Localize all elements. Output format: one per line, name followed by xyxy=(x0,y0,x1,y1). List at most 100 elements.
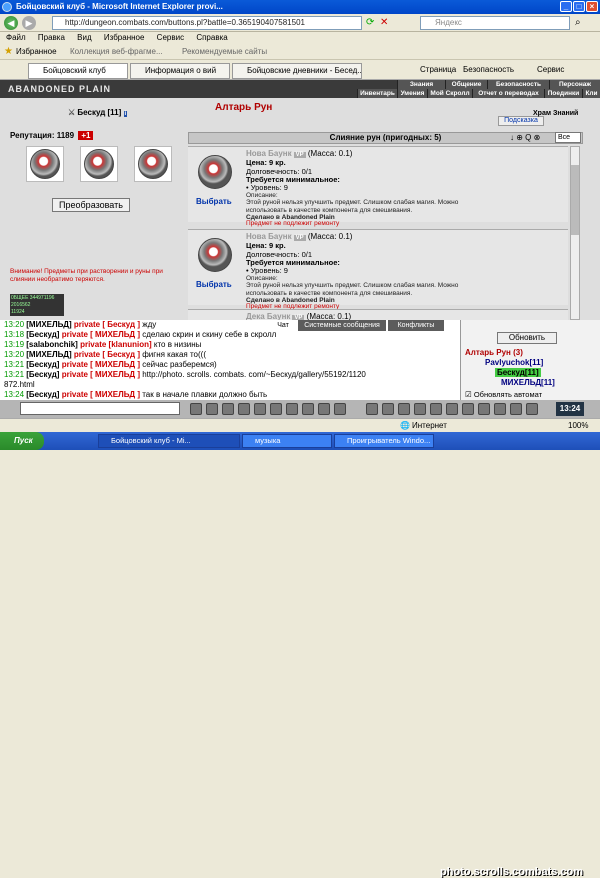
help-icon[interactable] xyxy=(334,403,346,415)
user-item[interactable]: МИХЕЛЬД[11] xyxy=(501,378,555,387)
nav-knowledge[interactable]: Знания xyxy=(397,80,445,89)
nav-scroll[interactable]: Мой Скролл xyxy=(427,89,472,98)
user-name[interactable]: МИХЕЛЬД[11] xyxy=(501,378,555,387)
window-titlebar: Бойцовский клуб - Microsoft Internet Exp… xyxy=(0,0,600,14)
scroll-icon[interactable] xyxy=(302,403,314,415)
menu-bar: Файл Правка Вид Избранное Сервис Справка xyxy=(0,32,600,44)
sound-icon[interactable] xyxy=(318,403,330,415)
send-icon[interactable] xyxy=(190,403,202,415)
refresh-button[interactable]: Обновить xyxy=(497,332,557,344)
minimize-button[interactable]: _ xyxy=(560,1,572,12)
zoom-level[interactable]: 100% xyxy=(568,419,588,432)
search-input[interactable]: Яндекс xyxy=(420,16,570,30)
nav-inventory[interactable]: Инвентарь xyxy=(357,89,397,98)
clear-icon[interactable] xyxy=(206,403,218,415)
maximize-button[interactable]: □ xyxy=(573,1,585,12)
smiles-icon[interactable] xyxy=(222,403,234,415)
recommended-link[interactable]: Рекомендуемые сайты xyxy=(182,44,267,60)
task-player[interactable]: Проигрыватель Windo... xyxy=(334,434,434,448)
filter-select[interactable]: Все xyxy=(555,132,581,143)
menu-help[interactable]: Справка xyxy=(196,33,227,42)
service-menu[interactable]: Сервис xyxy=(537,65,564,74)
slot-icon[interactable] xyxy=(526,403,538,415)
forward-icon[interactable]: ▶ xyxy=(22,16,36,30)
user-name[interactable]: Бескуд[11] xyxy=(497,368,539,377)
page-menu[interactable]: Страница xyxy=(420,65,456,74)
items-scrollbar[interactable] xyxy=(570,146,580,320)
tab-info[interactable]: Информация о вий xyxy=(130,63,230,79)
autorefresh-label: Обновлять автомат xyxy=(473,390,543,399)
counter-line: 11924 xyxy=(11,309,25,315)
altar-panel: Алтарь Рун Подсказка Храм Знаний ⚔ Беску… xyxy=(0,98,600,320)
scroll-thumb[interactable] xyxy=(571,165,579,235)
silence-icon[interactable] xyxy=(270,403,282,415)
rune-slot-1[interactable] xyxy=(26,146,64,182)
select-button[interactable]: Выбрать xyxy=(196,197,232,206)
nav-duels[interactable]: Поединки xyxy=(544,89,582,98)
rune-slot-2[interactable] xyxy=(80,146,118,182)
slot-icon[interactable] xyxy=(510,403,522,415)
slot-icon[interactable] xyxy=(494,403,506,415)
slot-icon[interactable] xyxy=(446,403,458,415)
tab-system[interactable]: Системные сообщения xyxy=(298,320,386,331)
refresh-icon[interactable]: ⟳ xyxy=(366,17,374,28)
slot-icon[interactable] xyxy=(478,403,490,415)
align-icon: ⚔ xyxy=(68,108,76,117)
transform-button[interactable]: Преобразовать xyxy=(52,198,130,212)
item-desc: Этой руной нельзя улучшить предмет. Слиш… xyxy=(246,282,459,297)
slot-icon[interactable] xyxy=(398,403,410,415)
back-icon[interactable]: ◀ xyxy=(4,16,18,30)
menu-file[interactable]: Файл xyxy=(6,33,26,42)
tab-fightclub[interactable]: Бойцовский клуб xyxy=(28,63,128,79)
chat-line: 13:20 [МИХЕЛЬД] private [ Бескуд ] жду xyxy=(4,320,157,329)
nav-security[interactable]: Безопасность xyxy=(487,80,549,89)
slot-icon[interactable] xyxy=(382,403,394,415)
nav-clan[interactable]: Кли xyxy=(582,89,600,98)
filter-icons[interactable]: ↓ ⊕ Q ⊗ xyxy=(510,133,540,142)
rune-item: Дека Баунк VP (Масса: 0.1) xyxy=(188,309,568,320)
address-input[interactable]: http://dungeon.combats.com/buttons.pl?ba… xyxy=(52,16,362,30)
close-button[interactable]: × xyxy=(586,1,598,12)
translit-icon[interactable] xyxy=(286,403,298,415)
item-desc: Этой руной нельзя улучшить предмет. Слиш… xyxy=(246,199,459,214)
user-item[interactable]: Бескуд[11] xyxy=(495,368,541,377)
security-menu[interactable]: Безопасность xyxy=(463,65,514,74)
select-button[interactable]: Выбрать xyxy=(196,280,232,289)
slot-icon[interactable] xyxy=(430,403,442,415)
menu-tools[interactable]: Сервис xyxy=(157,33,184,42)
tab-conflicts[interactable]: Конфликты xyxy=(388,320,444,331)
character-name[interactable]: ⚔ Бескуд [11] i xyxy=(68,108,128,117)
start-button[interactable]: Пуск xyxy=(0,432,44,450)
slot-icon[interactable] xyxy=(462,403,474,415)
stop-icon[interactable]: ✕ xyxy=(380,17,388,28)
task-music[interactable]: музыка xyxy=(242,434,332,448)
menu-view[interactable]: Вид xyxy=(77,33,91,42)
info-icon[interactable]: i xyxy=(123,111,128,117)
nav-skills[interactable]: Умения xyxy=(397,89,427,98)
task-fightclub[interactable]: Бойцовский клуб - Mi... xyxy=(98,434,240,448)
brush-icon[interactable] xyxy=(254,403,266,415)
menu-favorites[interactable]: Избранное xyxy=(104,33,145,42)
nav-transfers[interactable]: Отчет о переводах xyxy=(472,89,544,98)
menu-edit[interactable]: Правка xyxy=(38,33,65,42)
user-name[interactable]: Pavlyuchok[11] xyxy=(485,358,543,367)
nav-social[interactable]: Общение xyxy=(445,80,487,89)
user-item[interactable]: Pavlyuchok[11] xyxy=(485,358,543,367)
location-label: Храм Знаний xyxy=(533,110,579,117)
favorites-button[interactable]: Избранное xyxy=(16,44,57,60)
slot-icon[interactable] xyxy=(366,403,378,415)
game-toolbar: 13:24 xyxy=(0,400,600,418)
autorefresh-checkbox[interactable]: ☑ Обновлять автомат xyxy=(465,390,542,399)
tab-chat[interactable]: Чат xyxy=(270,320,296,331)
collection-link[interactable]: Коллекция веб-фрагме... xyxy=(70,44,163,60)
chat-input[interactable] xyxy=(20,402,180,415)
counter-widget[interactable]: 0БЩЕЕ 344971196 2016562 11924 xyxy=(10,294,64,316)
item-level: • Уровень: 9 xyxy=(246,183,288,192)
hint-button[interactable]: Подсказка xyxy=(498,116,544,126)
slot-icon[interactable] xyxy=(414,403,426,415)
nav-character[interactable]: Персонаж xyxy=(549,80,600,89)
tab-diaries[interactable]: Бойцовские дневники - Бесед... xyxy=(232,63,362,79)
search-icon[interactable]: ⌕ xyxy=(575,17,581,28)
rune-slot-3[interactable] xyxy=(134,146,172,182)
filter-icon[interactable] xyxy=(238,403,250,415)
